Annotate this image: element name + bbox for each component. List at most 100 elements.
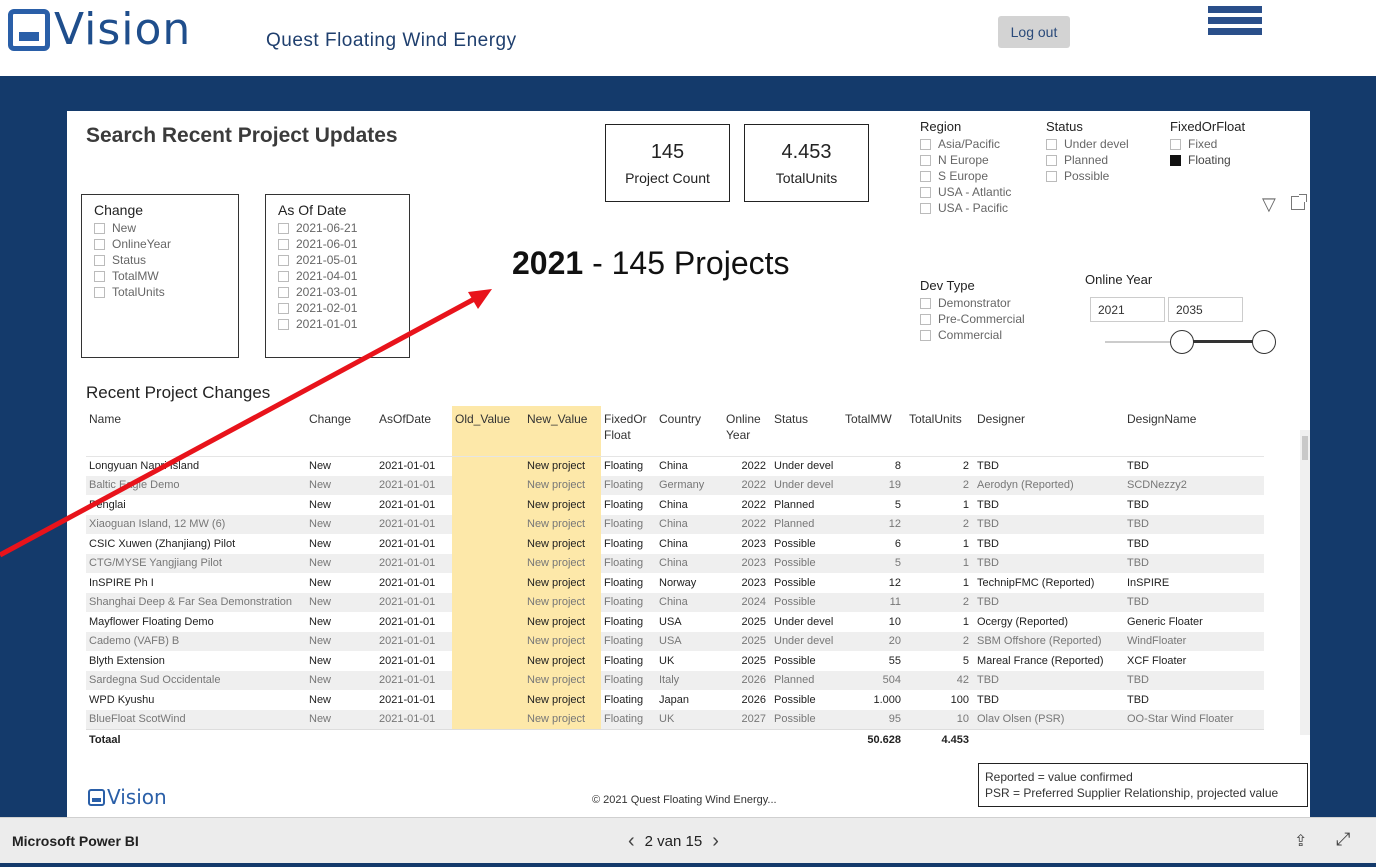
checkbox[interactable] — [94, 222, 105, 234]
slicer-option[interactable]: 2021-03-01 — [278, 284, 397, 300]
checkbox[interactable] — [920, 329, 931, 341]
column-header[interactable]: Name — [86, 406, 306, 457]
filter-option[interactable]: Under devel — [1046, 136, 1129, 152]
table-cell: 100 — [950, 693, 969, 706]
share-icon[interactable]: ⇪ — [1294, 831, 1307, 851]
column-header[interactable]: New_Value — [524, 406, 601, 457]
slicer-option[interactable]: New — [94, 220, 226, 236]
table-row[interactable]: BlueFloat ScotWind New 2021-01-01 New proje… — [86, 709, 1264, 729]
column-header[interactable]: Country — [656, 406, 723, 457]
checkbox[interactable] — [278, 318, 289, 330]
checkbox[interactable] — [94, 254, 105, 266]
column-header[interactable]: DesignName — [1124, 406, 1264, 457]
filter-funnel-icon[interactable]: ▽ — [1262, 194, 1276, 215]
checkbox[interactable] — [278, 222, 289, 234]
checkbox[interactable] — [278, 302, 289, 314]
filter-option[interactable]: Commercial — [920, 327, 1025, 343]
table-cell: New — [309, 498, 332, 511]
filter-option[interactable]: Fixed — [1170, 136, 1245, 152]
checkbox[interactable] — [278, 270, 289, 282]
change-slicer: Change New OnlineYear Status TotalMW Tot… — [81, 194, 239, 358]
column-header[interactable]: AsOfDate — [376, 406, 452, 457]
scrollbar-thumb[interactable] — [1302, 436, 1308, 460]
slicer-option[interactable]: OnlineYear — [94, 236, 226, 252]
slicer-option[interactable]: 2021-05-01 — [278, 252, 397, 268]
filter-option[interactable]: Planned — [1046, 152, 1129, 168]
filter-option[interactable]: Demonstrator — [920, 295, 1025, 311]
checkbox[interactable] — [1046, 170, 1057, 182]
table-row[interactable]: InSPIRE Ph I New 2021-01-01 New project Floa… — [86, 573, 1264, 593]
table-row[interactable]: CTG/MYSE Yangjiang Pilot New 2021-01-01 New… — [86, 553, 1264, 573]
checkbox[interactable] — [920, 138, 931, 150]
checkbox[interactable] — [1046, 138, 1057, 150]
checkbox[interactable] — [94, 286, 105, 298]
online-year-to-input[interactable]: 2035 — [1168, 297, 1243, 322]
table-cell: Baltic Eagle Demo — [86, 475, 306, 495]
checkbox[interactable] — [94, 270, 105, 282]
slicer-option[interactable]: 2021-04-01 — [278, 268, 397, 284]
filter-option[interactable]: USA - Atlantic — [920, 184, 1011, 200]
column-header[interactable]: Status — [771, 406, 842, 457]
column-header[interactable]: Old_Value — [452, 406, 524, 457]
table-row[interactable]: Longyuan Nanri Island New 2021-01-01 New pr… — [86, 456, 1264, 476]
table-scrollbar[interactable] — [1300, 430, 1310, 735]
checkbox[interactable] — [920, 170, 931, 182]
filter-option[interactable]: N Europe — [920, 152, 1011, 168]
column-header[interactable]: TotalMW — [842, 406, 906, 457]
logout-button[interactable]: Log out — [998, 16, 1070, 48]
checkbox[interactable] — [278, 286, 289, 298]
checkbox[interactable] — [278, 238, 289, 250]
checkbox[interactable] — [920, 202, 931, 214]
fullscreen-icon[interactable]: ⤢ — [1336, 829, 1350, 850]
table-cell: TBD — [1127, 693, 1149, 706]
checkbox[interactable] — [1046, 154, 1057, 166]
table-row[interactable]: Shanghai Deep & Far Sea Demonstration New… — [86, 592, 1264, 612]
filter-option[interactable]: USA - Pacific — [920, 200, 1011, 216]
online-year-slider-max-handle[interactable] — [1252, 330, 1276, 354]
online-year-from-input[interactable]: 2021 — [1090, 297, 1165, 322]
slicer-option[interactable]: 2021-02-01 — [278, 300, 397, 316]
column-header[interactable]: Online Year — [723, 406, 771, 457]
expand-icon[interactable] — [1291, 194, 1307, 210]
filter-option[interactable]: Asia/Pacific — [920, 136, 1011, 152]
slicer-option[interactable]: Status — [94, 252, 226, 268]
checkbox[interactable] — [94, 238, 105, 250]
table-cell: Sardegna Sud Occidentale — [86, 670, 306, 690]
checkbox-checked[interactable] — [1170, 154, 1181, 166]
table-row[interactable]: Baltic Eagle Demo New 2021-01-01 New projec… — [86, 475, 1264, 495]
slicer-option[interactable]: 2021-06-01 — [278, 236, 397, 252]
hamburger-menu-icon[interactable] — [1208, 6, 1262, 46]
table-cell: Floating — [604, 537, 644, 550]
table-row[interactable]: CSIC Xuwen (Zhanjiang) Pilot New 2021-01-0… — [86, 534, 1264, 554]
column-header[interactable]: FixedOr Float — [601, 406, 656, 457]
checkbox[interactable] — [920, 297, 931, 309]
slicer-option[interactable]: TotalUnits — [94, 284, 226, 300]
table-row[interactable]: Cademo (VAFB) B New 2021-01-01 New project F… — [86, 631, 1264, 651]
filter-option[interactable]: Possible — [1046, 168, 1129, 184]
checkbox[interactable] — [1170, 138, 1181, 150]
filter-option[interactable]: Floating — [1170, 152, 1245, 168]
previous-page-icon[interactable]: ‹ — [628, 830, 635, 853]
table-row[interactable]: WPD Kyushu New 2021-01-01 New project Floati… — [86, 690, 1264, 710]
table-row[interactable]: Blyth Extension New 2021-01-01 New project F… — [86, 651, 1264, 671]
table-cell: New project — [524, 690, 601, 710]
checkbox[interactable] — [920, 186, 931, 198]
slicer-option[interactable]: 2021-01-01 — [278, 316, 397, 332]
column-header[interactable]: TotalUnits — [906, 406, 974, 457]
online-year-slider-min-handle[interactable] — [1170, 330, 1194, 354]
column-header[interactable]: Change — [306, 406, 376, 457]
slicer-option[interactable]: TotalMW — [94, 268, 226, 284]
filter-option[interactable]: Pre-Commercial — [920, 311, 1025, 327]
table-row[interactable]: Penglai New 2021-01-01 New project Floating C… — [86, 495, 1264, 515]
table-total-row: Totaal 50.628 4.453 — [86, 728, 1264, 751]
table-row[interactable]: Xiaoguan Island, 12 MW (6) New 2021-01-01 N… — [86, 514, 1264, 534]
next-page-icon[interactable]: › — [712, 830, 719, 853]
checkbox[interactable] — [278, 254, 289, 266]
table-row[interactable]: Sardegna Sud Occidentale New 2021-01-01 New… — [86, 670, 1264, 690]
filter-option[interactable]: S Europe — [920, 168, 1011, 184]
slicer-option[interactable]: 2021-06-21 — [278, 220, 397, 236]
column-header[interactable]: Designer — [974, 406, 1124, 457]
checkbox[interactable] — [920, 313, 931, 325]
table-row[interactable]: Mayflower Floating Demo New 2021-01-01 New … — [86, 612, 1264, 632]
checkbox[interactable] — [920, 154, 931, 166]
